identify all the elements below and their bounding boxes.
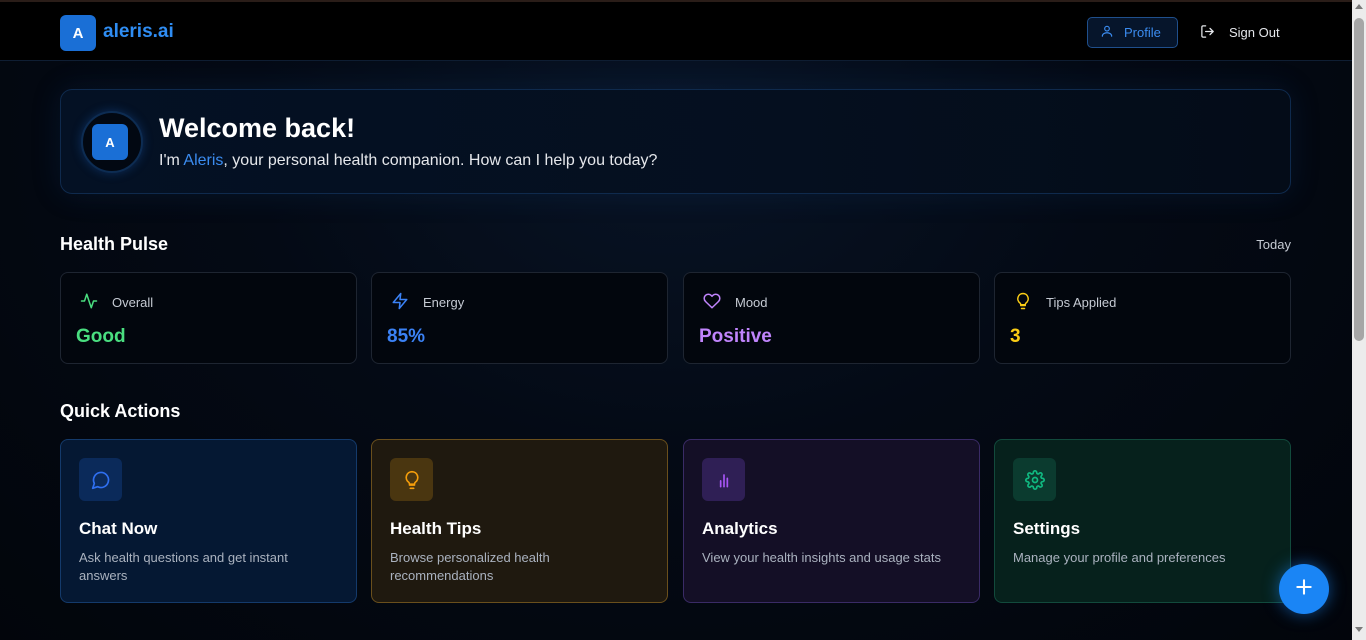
settings-card[interactable]: Settings Manage your profile and prefere… bbox=[994, 439, 1291, 603]
app-page: A aleris.ai Profile Sign Out A Welcome b… bbox=[0, 0, 1352, 640]
sign-out-button[interactable]: Sign Out bbox=[1200, 17, 1280, 48]
stat-label: Tips Applied bbox=[1046, 295, 1117, 310]
logo-badge[interactable]: A bbox=[60, 15, 96, 51]
top-navbar: A aleris.ai Profile Sign Out bbox=[0, 0, 1352, 61]
welcome-subtitle: I'm Aleris, your personal health compani… bbox=[159, 152, 657, 170]
new-chat-fab[interactable] bbox=[1279, 564, 1329, 614]
stat-card-mood: Mood Positive bbox=[683, 272, 980, 364]
stat-value: 85% bbox=[387, 326, 426, 347]
health-pulse-title: Health Pulse bbox=[60, 234, 169, 254]
stat-card-tips-applied: Tips Applied 3 bbox=[994, 272, 1291, 364]
welcome-sub-suffix: , your personal health companion. How ca… bbox=[223, 152, 658, 169]
action-title: Health Tips bbox=[390, 519, 482, 538]
period-label: Today bbox=[1256, 237, 1291, 252]
scroll-up-arrow-icon[interactable] bbox=[1355, 4, 1363, 9]
profile-label: Profile bbox=[1124, 25, 1161, 40]
profile-button[interactable]: Profile bbox=[1087, 17, 1178, 48]
lightbulb-icon bbox=[390, 458, 433, 501]
action-description: Manage your profile and preferences bbox=[1013, 550, 1226, 565]
scrollbar-thumb[interactable] bbox=[1354, 18, 1364, 341]
scroll-down-arrow-icon[interactable] bbox=[1355, 627, 1363, 632]
activity-icon bbox=[80, 292, 98, 313]
assistant-avatar-ring: A bbox=[81, 111, 143, 173]
user-icon bbox=[1100, 24, 1114, 41]
plus-icon bbox=[1294, 577, 1314, 602]
page-scrollbar[interactable] bbox=[1352, 0, 1366, 640]
action-description: View your health insights and usage stat… bbox=[702, 550, 941, 565]
chat-now-card[interactable]: Chat Now Ask health questions and get in… bbox=[60, 439, 357, 603]
assistant-avatar-letter: A bbox=[105, 134, 115, 150]
welcome-title: Welcome back! bbox=[159, 113, 356, 143]
lightning-icon bbox=[391, 292, 409, 313]
action-title: Settings bbox=[1013, 519, 1081, 538]
action-description: Ask health questions and get instant ans… bbox=[79, 550, 288, 583]
chat-icon bbox=[79, 458, 122, 501]
sign-out-icon bbox=[1200, 24, 1215, 42]
logo-letter: A bbox=[72, 24, 84, 42]
stat-value: Good bbox=[76, 326, 126, 347]
stat-value: Positive bbox=[699, 326, 772, 347]
welcome-banner: A Welcome back! I'm Aleris, your persona… bbox=[60, 89, 1291, 194]
action-description: Browse personalized health recommendatio… bbox=[390, 550, 550, 583]
assistant-name: Aleris bbox=[183, 152, 224, 169]
stat-card-energy: Energy 85% bbox=[371, 272, 668, 364]
brand-name[interactable]: aleris.ai bbox=[103, 21, 174, 43]
action-title: Chat Now bbox=[79, 519, 158, 538]
stat-card-overall: Overall Good bbox=[60, 272, 357, 364]
sign-out-label: Sign Out bbox=[1229, 25, 1280, 40]
quick-actions-title: Quick Actions bbox=[60, 401, 181, 421]
stat-label: Overall bbox=[112, 295, 154, 310]
stat-value: 3 bbox=[1010, 326, 1021, 347]
heart-icon bbox=[703, 292, 721, 313]
health-tips-card[interactable]: Health Tips Browse personalized health r… bbox=[371, 439, 668, 603]
stat-label: Energy bbox=[423, 295, 465, 310]
lightbulb-icon bbox=[1014, 292, 1032, 313]
gear-icon bbox=[1013, 458, 1056, 501]
analytics-card[interactable]: Analytics View your health insights and … bbox=[683, 439, 980, 603]
welcome-sub-prefix: I'm bbox=[159, 152, 184, 169]
stat-label: Mood bbox=[735, 295, 768, 310]
assistant-avatar: A bbox=[92, 124, 128, 160]
bar-chart-icon bbox=[702, 458, 745, 501]
action-title: Analytics bbox=[702, 519, 778, 538]
